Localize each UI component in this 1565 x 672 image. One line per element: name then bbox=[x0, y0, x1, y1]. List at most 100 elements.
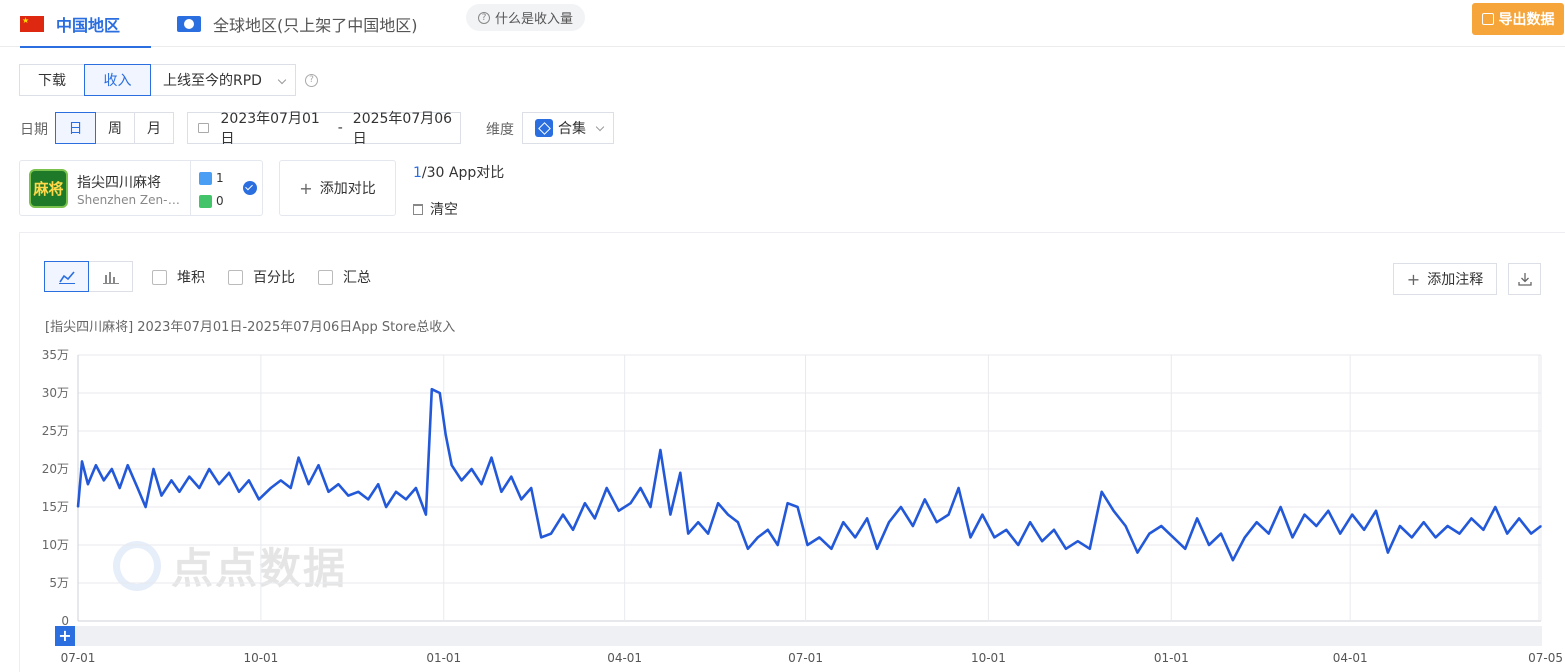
data-point bbox=[530, 487, 533, 489]
data-point bbox=[307, 483, 310, 485]
rpd-select[interactable]: 上线至今的RPD bbox=[151, 64, 296, 96]
data-point bbox=[1065, 548, 1067, 550]
what-is-revenue-help[interactable]: ? 什么是收入量 bbox=[466, 4, 586, 31]
y-tick-label: 25万 bbox=[42, 424, 69, 438]
data-point bbox=[431, 388, 433, 390]
data-point bbox=[1053, 529, 1055, 531]
data-point bbox=[796, 506, 799, 508]
line-chart-button[interactable] bbox=[44, 261, 89, 292]
metric-revenue-option[interactable]: 收入 bbox=[84, 64, 151, 96]
app-card[interactable]: 麻将 指尖四川麻将 Shenzhen Zen-Game Technology C… bbox=[19, 160, 263, 216]
metric-download-option[interactable]: 下载 bbox=[19, 64, 85, 96]
data-point bbox=[969, 536, 972, 539]
data-point bbox=[136, 487, 139, 489]
data-point bbox=[188, 475, 191, 478]
stack-checkbox-box[interactable] bbox=[152, 269, 167, 285]
line-chart-icon bbox=[58, 270, 75, 284]
download-chart-button[interactable] bbox=[1508, 263, 1541, 295]
data-point bbox=[776, 544, 779, 546]
export-data-button[interactable]: 导出数据 bbox=[1472, 3, 1564, 35]
x-tick-label: 10-01 bbox=[971, 651, 1006, 665]
android-count-row: 0 bbox=[199, 194, 224, 208]
data-point bbox=[605, 487, 608, 489]
data-point bbox=[238, 491, 240, 493]
data-point bbox=[367, 498, 370, 501]
tab-china-region[interactable]: 中国地区 bbox=[20, 0, 151, 48]
data-point bbox=[118, 487, 121, 489]
data-point bbox=[947, 513, 950, 516]
series-line bbox=[76, 387, 1542, 562]
tab-global-region[interactable]: 全球地区(只上架了中国地区) bbox=[177, 0, 418, 47]
dimension-select[interactable]: 合集 bbox=[522, 112, 614, 144]
checked-icon[interactable] bbox=[243, 181, 257, 195]
download-icon bbox=[1517, 273, 1532, 286]
app-store-icon bbox=[199, 171, 212, 185]
range-navigator[interactable] bbox=[55, 626, 1542, 646]
data-point bbox=[87, 483, 89, 485]
data-point bbox=[520, 498, 523, 501]
data-point bbox=[617, 510, 620, 512]
region-tabs-bar: 中国地区 全球地区(只上架了中国地区) ? 什么是收入量 导出数据 bbox=[0, 0, 1565, 48]
data-point bbox=[1494, 506, 1497, 508]
percent-checkbox-box[interactable] bbox=[228, 269, 243, 285]
granularity-month[interactable]: 月 bbox=[134, 112, 174, 144]
data-point bbox=[1279, 506, 1282, 508]
granularity-week[interactable]: 周 bbox=[95, 112, 135, 144]
stack-checkbox[interactable]: 堆积 bbox=[152, 267, 205, 287]
data-point bbox=[170, 479, 173, 482]
data-point bbox=[490, 456, 493, 459]
y-tick-label: 5万 bbox=[49, 576, 69, 590]
add-annotation-label: 添加注释 bbox=[1427, 272, 1484, 288]
navigator-expand-button[interactable]: + bbox=[55, 626, 75, 646]
rpd-help-icon[interactable]: ? bbox=[305, 74, 318, 87]
data-point bbox=[687, 532, 690, 535]
data-point bbox=[385, 506, 387, 508]
date-range-picker[interactable]: 2023年07月01日 - 2025年07月06日 bbox=[187, 111, 461, 147]
chevron-down-icon bbox=[277, 75, 287, 85]
chevron-down-icon bbox=[595, 122, 605, 132]
data-point bbox=[1518, 517, 1520, 520]
date-start: 2023年07月01日 bbox=[220, 111, 320, 147]
data-point bbox=[876, 548, 878, 550]
percent-checkbox[interactable]: 百分比 bbox=[228, 267, 295, 287]
data-point bbox=[1267, 532, 1270, 535]
trash-icon bbox=[413, 203, 423, 215]
granularity-segment: 日 周 月 bbox=[55, 112, 174, 144]
data-point bbox=[1470, 517, 1473, 520]
granularity-day[interactable]: 日 bbox=[55, 112, 96, 144]
total-checkbox-box[interactable] bbox=[318, 269, 333, 285]
app-developer: Shenzhen Zen-Game Technology Co., Ltd. bbox=[77, 193, 189, 207]
data-point bbox=[1327, 510, 1330, 512]
data-point bbox=[425, 513, 427, 516]
data-point bbox=[1160, 525, 1163, 527]
data-point bbox=[1029, 521, 1031, 523]
data-point bbox=[1232, 559, 1234, 561]
data-point bbox=[81, 460, 83, 463]
data-point bbox=[912, 525, 914, 527]
revenue-line-chart: 05万10万15万20万25万30万35万07-01 10-01 01-01 04-0… bbox=[42, 348, 1563, 665]
data-point bbox=[152, 468, 155, 470]
clear-button[interactable]: 清空 bbox=[413, 199, 458, 219]
x-tick-label: 01-01 bbox=[1154, 651, 1189, 665]
data-point bbox=[357, 491, 360, 493]
data-point bbox=[1315, 525, 1318, 527]
total-checkbox[interactable]: 汇总 bbox=[318, 267, 371, 287]
data-point bbox=[1375, 510, 1377, 512]
y-tick-label: 10万 bbox=[42, 538, 69, 552]
data-point bbox=[1017, 544, 1020, 546]
total-label: 汇总 bbox=[343, 270, 371, 286]
data-point bbox=[584, 502, 586, 504]
y-tick-label: 30万 bbox=[42, 386, 69, 400]
x-tick-label: 04-01 bbox=[607, 651, 642, 665]
data-point bbox=[737, 521, 739, 523]
external-link-icon bbox=[1481, 13, 1494, 25]
add-compare-button[interactable]: + 添加对比 bbox=[279, 160, 396, 216]
data-point bbox=[1124, 525, 1127, 527]
data-point bbox=[697, 521, 699, 523]
compare-count-rest: /30 App对比 bbox=[421, 165, 505, 181]
android-count: 0 bbox=[216, 194, 224, 208]
data-point bbox=[377, 483, 379, 485]
data-point bbox=[1363, 529, 1365, 531]
add-annotation-button[interactable]: + 添加注释 bbox=[1393, 263, 1497, 295]
bar-chart-button[interactable] bbox=[88, 261, 133, 292]
